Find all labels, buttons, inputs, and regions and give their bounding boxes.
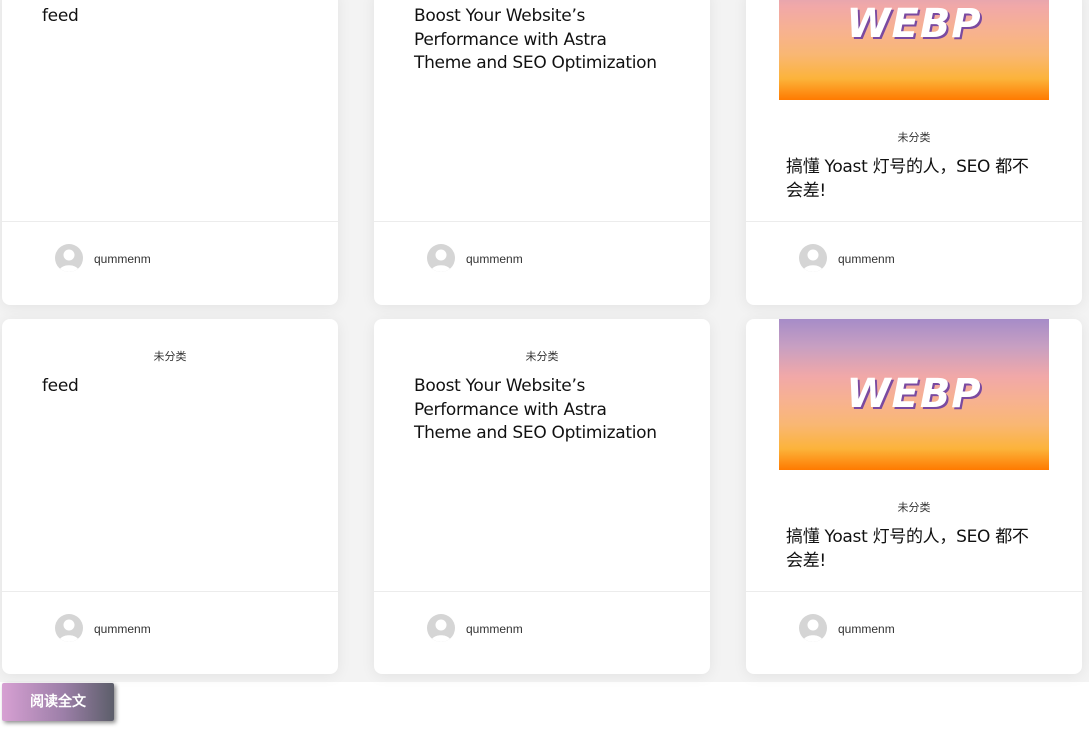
post-title[interactable]: 搞懂 Yoast 灯号的人，SEO 都不会差! [786,526,1036,573]
author-name[interactable]: qummenm [94,622,151,636]
post-author-bar: qummenm [374,221,710,305]
read-more-button[interactable]: 阅读全文 [2,683,114,721]
avatar [55,244,83,272]
post-author-bar: qummenm [746,591,1082,674]
author-name[interactable]: qummenm [838,622,895,636]
post-title[interactable]: Boost Your Website’s Performance with As… [414,5,664,76]
thumbnail-text: WEBP [846,371,982,417]
post-thumbnail[interactable]: WEBP [779,0,1049,100]
post-card: WEBP 未分类 搞懂 Yoast 灯号的人，SEO 都不会差! qummenm [746,319,1082,674]
post-thumbnail[interactable]: WEBP [779,319,1049,470]
post-card: WEBP 未分类 搞懂 Yoast 灯号的人，SEO 都不会差! qummenm [746,0,1082,305]
post-category[interactable]: 未分类 [2,348,338,364]
thumbnail-text: WEBP [846,1,982,47]
avatar [427,614,455,642]
post-author-bar: qummenm [2,221,338,305]
post-author-bar: qummenm [374,591,710,674]
avatar [55,614,83,642]
post-author-bar: qummenm [2,591,338,674]
post-category[interactable]: 未分类 [374,348,710,364]
post-title[interactable]: feed [42,5,292,29]
post-category[interactable]: 未分类 [746,499,1082,515]
post-title[interactable]: Boost Your Website’s Performance with As… [414,375,664,446]
avatar [427,244,455,272]
author-name[interactable]: qummenm [94,252,151,266]
author-name[interactable]: qummenm [466,252,523,266]
avatar [799,614,827,642]
post-title[interactable]: feed [42,375,292,399]
post-category[interactable]: 未分类 [746,129,1082,145]
post-card: feed qummenm [2,0,338,305]
author-name[interactable]: qummenm [466,622,523,636]
post-author-bar: qummenm [746,221,1082,305]
author-name[interactable]: qummenm [838,252,895,266]
post-card: Boost Your Website’s Performance with As… [374,0,710,305]
post-card: 未分类 Boost Your Website’s Performance wit… [374,319,710,674]
post-card: 未分类 feed qummenm [2,319,338,674]
post-title[interactable]: 搞懂 Yoast 灯号的人，SEO 都不会差! [786,156,1036,203]
avatar [799,244,827,272]
